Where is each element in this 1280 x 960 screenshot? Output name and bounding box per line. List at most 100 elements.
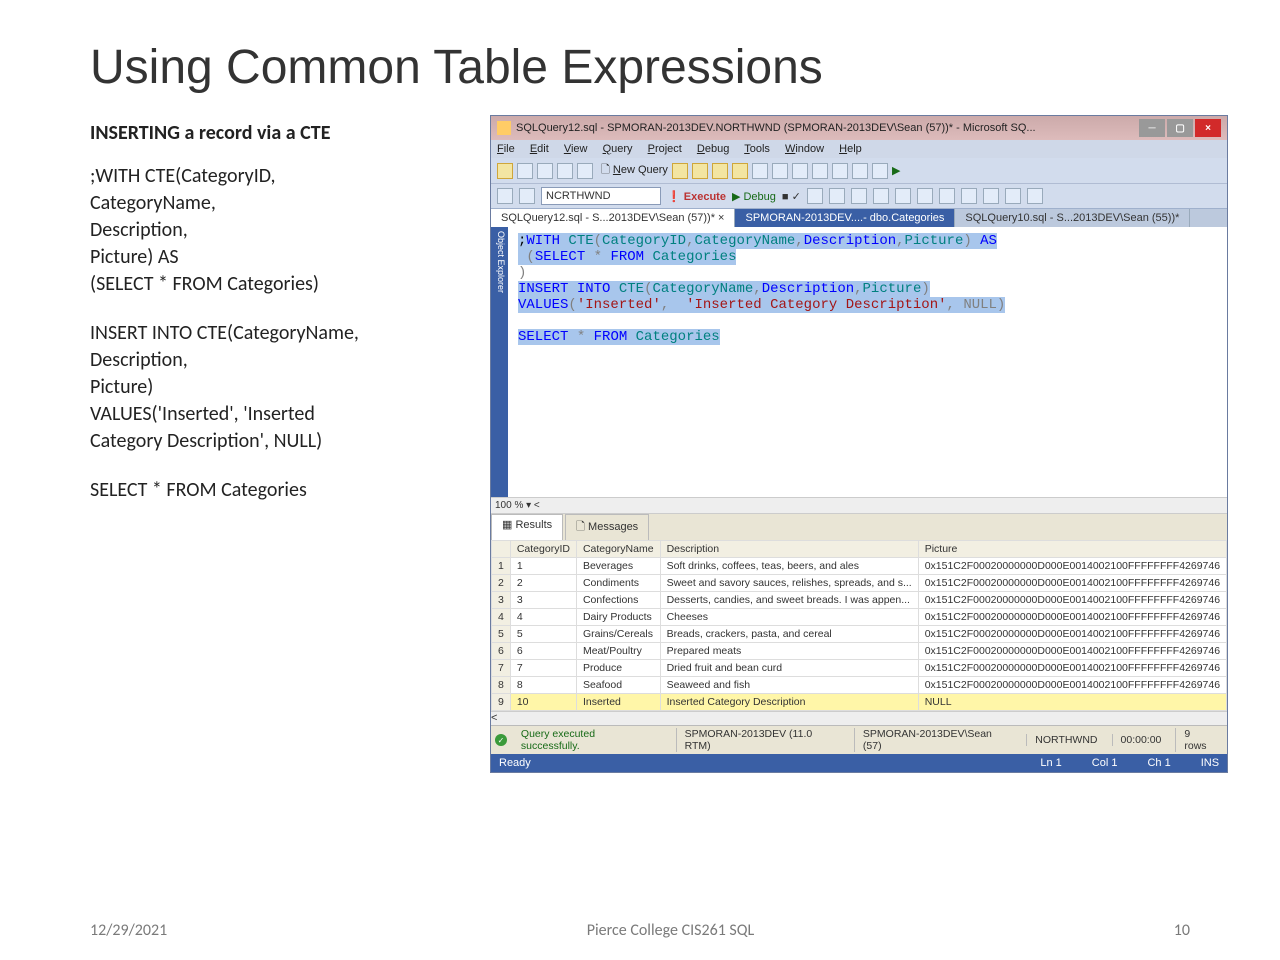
- results-tabs: ▦ Results 🗋 Messages: [491, 513, 1227, 540]
- tb-icon[interactable]: [497, 188, 513, 204]
- status-db: NORTHWND: [1026, 734, 1105, 746]
- copy-icon[interactable]: [772, 163, 788, 179]
- play-icon[interactable]: ▶: [892, 164, 900, 177]
- open-icon[interactable]: [537, 163, 553, 179]
- undo-icon[interactable]: [812, 163, 828, 179]
- toolbar-main: 🗋 New Query ▶: [491, 158, 1227, 184]
- app-statusbar: Ready Ln 1 Col 1 Ch 1 INS: [491, 754, 1227, 772]
- col-categoryname[interactable]: CategoryName: [576, 541, 660, 558]
- new-query-button[interactable]: 🗋 New Query: [601, 161, 668, 180]
- file-tab-1[interactable]: SQLQuery12.sql - S...2013DEV\Sean (57))*…: [491, 209, 735, 227]
- col-categoryid[interactable]: CategoryID: [510, 541, 576, 558]
- redo-icon[interactable]: [832, 163, 848, 179]
- minimize-button[interactable]: ─: [1139, 119, 1165, 137]
- horizontal-scroll[interactable]: <: [491, 711, 1227, 725]
- table-row[interactable]: 66Meat/PoultryPrepared meats0x151C2F0002…: [492, 643, 1227, 660]
- messages-tab[interactable]: 🗋 Messages: [565, 514, 649, 540]
- menu-help[interactable]: Help: [839, 143, 862, 155]
- col-description[interactable]: Description: [660, 541, 918, 558]
- code-block-1: ;WITH CTE(CategoryID, CategoryName, Desc…: [90, 163, 480, 298]
- tb-icon[interactable]: [829, 188, 845, 204]
- results-tab[interactable]: ▦ Results: [491, 514, 563, 540]
- table-row[interactable]: 22CondimentsSweet and savory sauces, rel…: [492, 575, 1227, 592]
- tb-icon[interactable]: [1005, 188, 1021, 204]
- tb-icon[interactable]: [872, 163, 888, 179]
- status-time: 00:00:00: [1112, 734, 1170, 746]
- menu-file[interactable]: File: [497, 143, 515, 155]
- zoom-level[interactable]: 100 % ▾ <: [491, 497, 1227, 513]
- menu-debug[interactable]: Debug: [697, 143, 729, 155]
- app-icon: [497, 121, 511, 135]
- menu-view[interactable]: View: [564, 143, 588, 155]
- table-row[interactable]: 55Grains/CerealsBreads, crackers, pasta,…: [492, 626, 1227, 643]
- close-button[interactable]: ×: [1195, 119, 1221, 137]
- table-row[interactable]: 44Dairy ProductsCheeses0x151C2F000200000…: [492, 609, 1227, 626]
- file-tabs: SQLQuery12.sql - S...2013DEV\Sean (57))*…: [491, 209, 1227, 227]
- tb-icon[interactable]: [939, 188, 955, 204]
- tb-icon[interactable]: [497, 163, 513, 179]
- table-row[interactable]: 33ConfectionsDesserts, candies, and swee…: [492, 592, 1227, 609]
- code-block-3: SELECT * FROM Categories: [90, 477, 480, 504]
- status-col: Col 1: [1092, 757, 1118, 769]
- tb-icon[interactable]: [917, 188, 933, 204]
- tb-icon[interactable]: [712, 163, 728, 179]
- paste-icon[interactable]: [792, 163, 808, 179]
- tb-icon[interactable]: [961, 188, 977, 204]
- success-icon: ✓: [495, 734, 507, 746]
- database-selector[interactable]: NCRTHWND: [541, 187, 661, 205]
- window-title: SQLQuery12.sql - SPMORAN-2013DEV.NORTHWN…: [516, 122, 1134, 134]
- tb-icon[interactable]: [851, 188, 867, 204]
- file-tab-2[interactable]: SPMORAN-2013DEV....- dbo.Categories: [735, 209, 955, 227]
- tb-icon[interactable]: [1027, 188, 1043, 204]
- debug-button[interactable]: ▶ Debug: [732, 190, 776, 203]
- table-row[interactable]: 11BeveragesSoft drinks, coffees, teas, b…: [492, 558, 1227, 575]
- object-explorer-tab[interactable]: Object Explorer: [491, 227, 508, 497]
- tb-icon[interactable]: [807, 188, 823, 204]
- tb-icon[interactable]: [852, 163, 868, 179]
- footer-page: 10: [1174, 921, 1190, 940]
- status-user: SPMORAN-2013DEV\Sean (57): [854, 728, 1020, 752]
- tb-icon[interactable]: [692, 163, 708, 179]
- menu-edit[interactable]: Edit: [530, 143, 549, 155]
- status-ready: Ready: [499, 757, 1010, 769]
- status-ln: Ln 1: [1040, 757, 1061, 769]
- save-icon[interactable]: [557, 163, 573, 179]
- results-grid[interactable]: CategoryID CategoryName Description Pict…: [491, 540, 1227, 711]
- table-row[interactable]: 77ProduceDried fruit and bean curd0x151C…: [492, 660, 1227, 677]
- tb-icon[interactable]: [983, 188, 999, 204]
- menu-project[interactable]: Project: [648, 143, 682, 155]
- tb-icon[interactable]: [895, 188, 911, 204]
- status-message: Query executed successfully.: [513, 728, 664, 752]
- status-server: SPMORAN-2013DEV (11.0 RTM): [676, 728, 848, 752]
- file-tab-3[interactable]: SQLQuery10.sql - S...2013DEV\Sean (55))*: [955, 209, 1190, 227]
- toolbar-sql: NCRTHWND ❗ Execute ▶ Debug ■ ✓: [491, 184, 1227, 209]
- cut-icon[interactable]: [752, 163, 768, 179]
- table-row[interactable]: 88SeafoodSeaweed and fish0x151C2F0002000…: [492, 677, 1227, 694]
- subheading: INSERTING a record via a CTE: [90, 121, 480, 145]
- code-block-2: INSERT INTO CTE(CategoryName, Descriptio…: [90, 320, 480, 455]
- tb-icon[interactable]: [519, 188, 535, 204]
- status-ch: Ch 1: [1147, 757, 1170, 769]
- execute-button[interactable]: ❗ Execute: [667, 190, 726, 203]
- menu-query[interactable]: Query: [603, 143, 633, 155]
- tb-icon[interactable]: [732, 163, 748, 179]
- sql-editor[interactable]: ;WITH CTE(CategoryID,CategoryName,Descri…: [508, 227, 1227, 497]
- status-ins: INS: [1201, 757, 1219, 769]
- menu-window[interactable]: Window: [785, 143, 824, 155]
- ssms-window: SQLQuery12.sql - SPMORAN-2013DEV.NORTHWN…: [490, 115, 1228, 773]
- status-rows: 9 rows: [1175, 728, 1223, 752]
- saveall-icon[interactable]: [577, 163, 593, 179]
- table-row[interactable]: 910InsertedInserted Category Description…: [492, 694, 1227, 711]
- menu-tools[interactable]: Tools: [744, 143, 770, 155]
- tb-icon[interactable]: [672, 163, 688, 179]
- tb-icon[interactable]: [873, 188, 889, 204]
- maximize-button[interactable]: ▢: [1167, 119, 1193, 137]
- titlebar[interactable]: SQLQuery12.sql - SPMORAN-2013DEV.NORTHWN…: [491, 116, 1227, 140]
- tb-icon[interactable]: [517, 163, 533, 179]
- query-statusbar: ✓ Query executed successfully. SPMORAN-2…: [491, 725, 1227, 754]
- col-picture[interactable]: Picture: [918, 541, 1226, 558]
- slide-title: Using Common Table Expressions: [90, 40, 1190, 95]
- menubar[interactable]: File Edit View Query Project Debug Tools…: [491, 140, 1227, 158]
- footer-center: Pierce College CIS261 SQL: [587, 921, 755, 940]
- footer-date: 12/29/2021: [90, 921, 167, 940]
